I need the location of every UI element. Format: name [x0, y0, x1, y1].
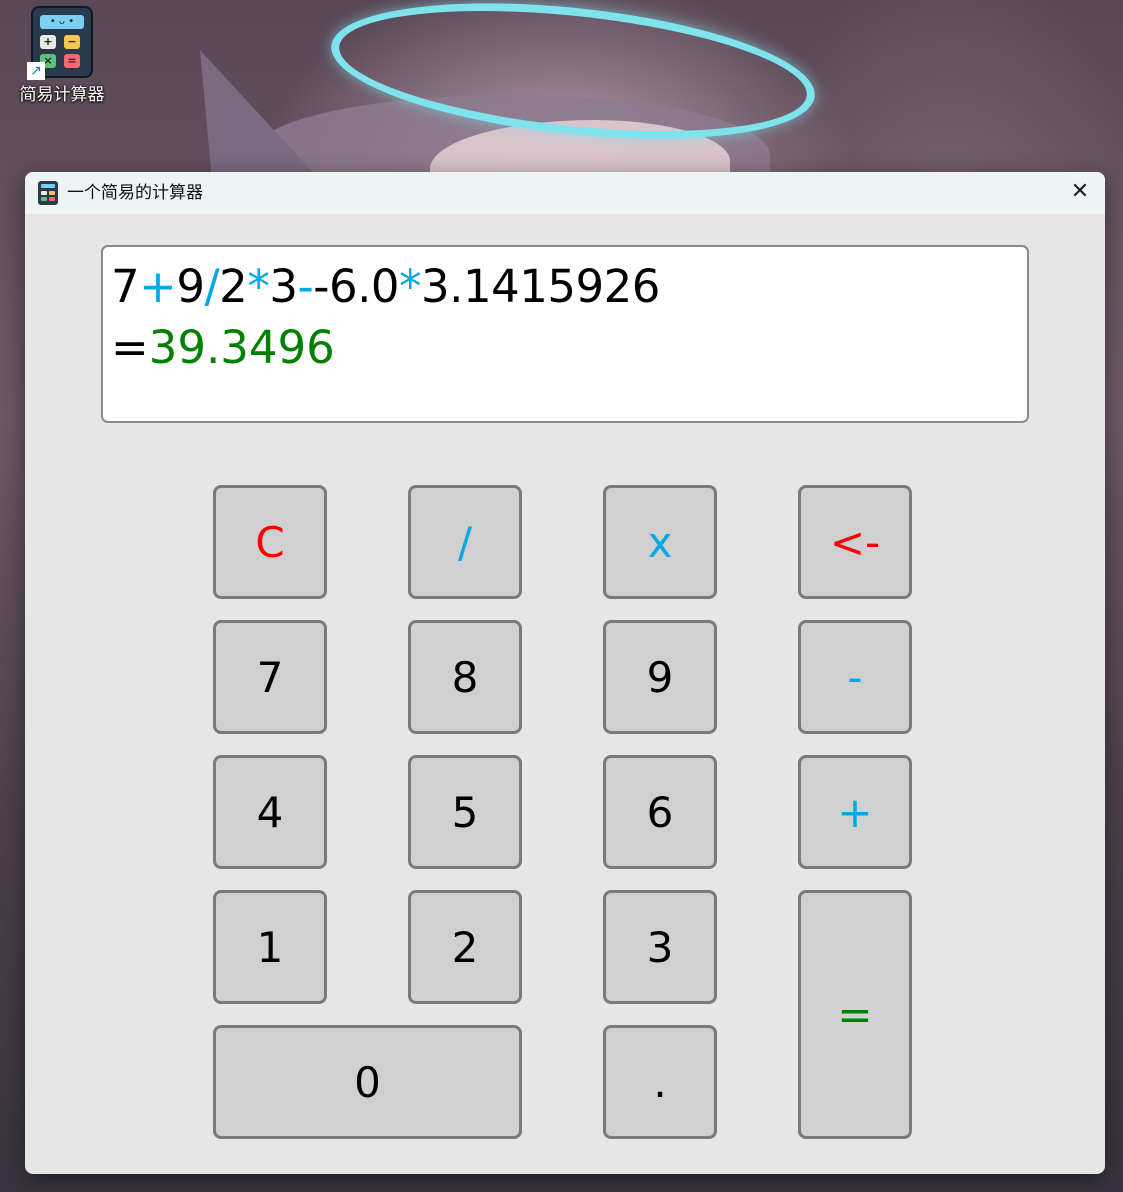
equals-button[interactable]: = — [798, 890, 912, 1139]
clear-button[interactable]: C — [213, 485, 327, 599]
backspace-button[interactable]: <- — [798, 485, 912, 599]
calculator-display: 7 +9/2 * 3- -6.0 * 3.1415926 = 39.3496 — [101, 245, 1029, 423]
result-line: = 39.3496 — [111, 320, 335, 374]
calculator-icon-screen: • ᴗ • — [40, 15, 84, 29]
equals-sign: = — [111, 320, 149, 374]
expression-token: 3 — [269, 259, 298, 313]
expression-token: * — [247, 259, 270, 313]
calculator-app-icon — [38, 181, 58, 205]
result-value: 39.3496 — [148, 320, 335, 374]
minus-button[interactable]: - — [798, 620, 912, 734]
calculator-app-icon: • ᴗ • + − × = ↗ — [27, 6, 93, 80]
digit-4-button[interactable]: 4 — [213, 755, 327, 869]
window-titlebar[interactable]: 一个简易的计算器 ✕ — [25, 172, 1105, 214]
digit-2-button[interactable]: 2 — [408, 890, 522, 1004]
multiply-button[interactable]: x — [603, 485, 717, 599]
decimal-button[interactable]: . — [603, 1025, 717, 1139]
digit-8-button[interactable]: 8 — [408, 620, 522, 734]
wallpaper-character-ear — [200, 50, 320, 180]
expression-token: 7 — [111, 259, 140, 313]
calculator-icon-minus-key: − — [64, 35, 80, 49]
digit-3-button[interactable]: 3 — [603, 890, 717, 1004]
calculator-window: 一个简易的计算器 ✕ 7 +9/2 * 3- -6.0 * 3.1415926 = 39.3… — [25, 172, 1105, 1174]
shortcut-arrow-icon: ↗ — [27, 62, 45, 80]
digit-9-button[interactable]: 9 — [603, 620, 717, 734]
expression-token: 3.1415926 — [421, 259, 660, 313]
digit-5-button[interactable]: 5 — [408, 755, 522, 869]
digit-6-button[interactable]: 6 — [603, 755, 717, 869]
expression-token: + — [139, 259, 177, 313]
expression-token: 9 — [176, 259, 205, 313]
digit-0-button[interactable]: 0 — [213, 1025, 522, 1139]
expression-token: - — [297, 259, 314, 313]
expression-token: / — [204, 259, 220, 313]
calculator-icon-plus-key: + — [40, 35, 56, 49]
expression-token: * — [399, 259, 422, 313]
divide-button[interactable]: / — [408, 485, 522, 599]
digit-7-button[interactable]: 7 — [213, 620, 327, 734]
plus-button[interactable]: + — [798, 755, 912, 869]
expression-token: 2 — [219, 259, 248, 313]
expression-token: -6.0 — [313, 259, 400, 313]
digit-1-button[interactable]: 1 — [213, 890, 327, 1004]
desktop-shortcut-calculator[interactable]: • ᴗ • + − × = ↗ 简易计算器 — [14, 6, 110, 105]
desktop-shortcut-label: 简易计算器 — [19, 85, 105, 105]
calculator-icon-equals-key: = — [64, 54, 80, 68]
close-icon: ✕ — [1070, 179, 1090, 204]
window-title: 一个简易的计算器 — [67, 183, 203, 203]
expression-line: 7 +9/2 * 3- -6.0 * 3.1415926 — [111, 259, 660, 313]
close-button[interactable]: ✕ — [1055, 172, 1105, 214]
